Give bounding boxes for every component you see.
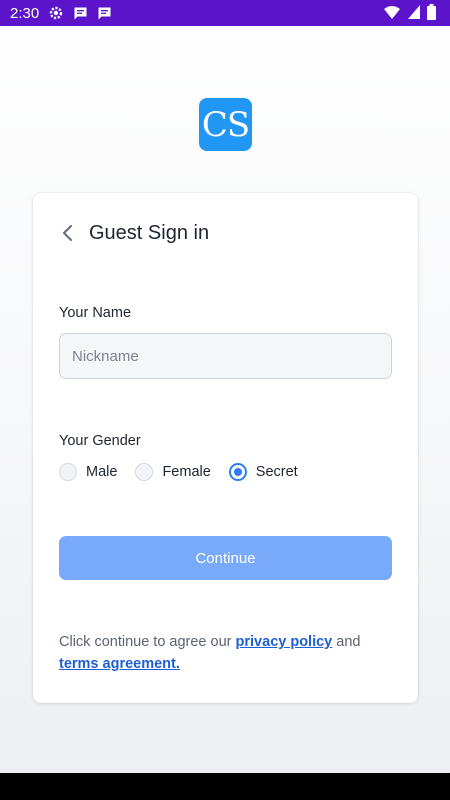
battery-icon (427, 4, 436, 25)
page-title: Guest Sign in (89, 221, 210, 244)
gender-option-male[interactable]: Male (59, 463, 117, 481)
message-icon (95, 4, 113, 22)
radio-secret[interactable] (228, 463, 247, 481)
continue-button[interactable]: Continue (59, 536, 392, 580)
privacy-policy-link[interactable]: privacy policy (236, 634, 333, 650)
radio-label-female: Female (162, 464, 211, 480)
gender-option-secret[interactable]: Secret (228, 463, 298, 481)
nickname-input[interactable] (59, 333, 392, 379)
status-bar: 2:30 (0, 0, 450, 26)
agreement-middle: and (336, 634, 361, 650)
wifi-icon (383, 4, 401, 25)
gender-label: Your Gender (59, 433, 141, 449)
card-header: Guest Sign in (57, 219, 209, 247)
gear-icon (47, 4, 65, 22)
radio-label-secret: Secret (255, 464, 298, 480)
sign-in-card: Guest Sign in Your Name Your Gender Male… (33, 193, 418, 703)
status-time: 2:30 (10, 4, 40, 22)
radio-selected-dot (233, 468, 242, 476)
app-logo: CS (199, 98, 252, 151)
radio-female[interactable] (135, 463, 154, 481)
gender-option-female[interactable]: Female (135, 463, 211, 481)
radio-label-male: Male (86, 464, 118, 480)
back-arrow-icon[interactable] (57, 219, 77, 247)
agreement-text: Click continue to agree our privacy poli… (59, 631, 394, 675)
name-label: Your Name (59, 305, 132, 321)
message-icon (71, 4, 89, 22)
gender-radio-group: Male Female Secret (59, 463, 316, 481)
agreement-prefix: Click continue to agree our (59, 634, 232, 650)
signal-icon (407, 4, 421, 25)
radio-male[interactable] (59, 463, 77, 481)
terms-agreement-link[interactable]: terms agreement. (59, 656, 180, 672)
system-navigation-bar (0, 773, 450, 800)
